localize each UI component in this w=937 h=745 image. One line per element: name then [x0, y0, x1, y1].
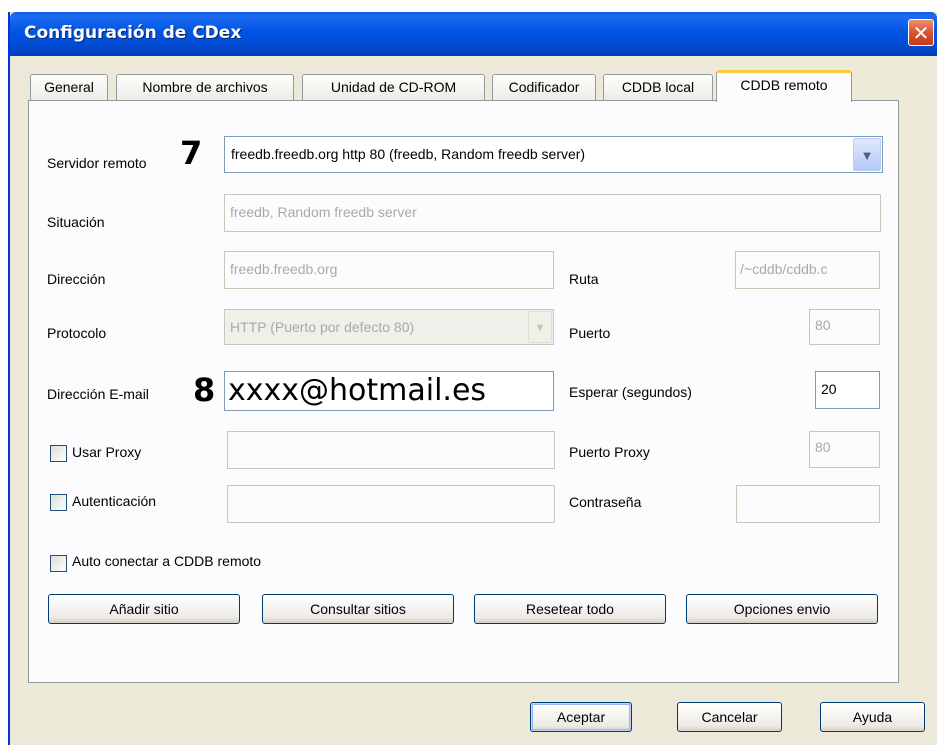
autenticacion-checkbox[interactable]: [50, 494, 67, 511]
close-icon: ✕: [912, 21, 930, 45]
tab-cddb-remoto[interactable]: CDDB remoto: [716, 70, 852, 102]
puerto-proxy-label: Puerto Proxy: [569, 444, 650, 460]
send-options-button[interactable]: Opciones envio: [686, 594, 878, 624]
puerto-field[interactable]: 80: [809, 309, 880, 345]
help-button[interactable]: Ayuda: [820, 702, 925, 732]
contrasena-label: Contraseña: [569, 494, 642, 510]
tab-codificador[interactable]: Codificador: [492, 74, 596, 100]
servidor-remoto-label: Servidor remoto: [47, 155, 147, 171]
protocolo-select[interactable]: HTTP (Puerto por defecto 80) ▼: [224, 309, 554, 345]
ok-button[interactable]: Aceptar: [530, 702, 632, 732]
email-label: Dirección E-mail: [47, 386, 149, 402]
usar-proxy-label[interactable]: Usar Proxy: [72, 444, 141, 460]
protocolo-value: HTTP (Puerto por defecto 80): [230, 319, 415, 335]
cancel-button[interactable]: Cancelar: [677, 702, 782, 732]
annotation-8: 8: [193, 371, 216, 409]
annotation-7: 7: [180, 134, 203, 172]
close-button[interactable]: ✕: [908, 19, 934, 46]
title-bar[interactable]: Configuración de CDex ✕: [10, 12, 937, 56]
ruta-field[interactable]: /~cddb/cddb.c: [735, 251, 880, 289]
query-sites-button[interactable]: Consultar sitios: [262, 594, 454, 624]
autenticacion-label[interactable]: Autenticación: [72, 493, 156, 509]
tab-cddb-local[interactable]: CDDB local: [603, 74, 713, 100]
esperar-label: Esperar (segundos): [569, 384, 692, 400]
auto-conectar-label[interactable]: Auto conectar a CDDB remoto: [72, 553, 261, 569]
esperar-field[interactable]: 20: [815, 371, 880, 409]
servidor-remoto-value: freedb.freedb.org http 80 (freedb, Rando…: [231, 146, 586, 162]
direccion-label: Dirección: [47, 271, 106, 287]
add-site-button[interactable]: Añadir sitio: [48, 594, 240, 624]
direccion-field[interactable]: freedb.freedb.org: [224, 251, 554, 289]
contrasena-field[interactable]: [736, 485, 880, 523]
situacion-field[interactable]: freedb, Random freedb server: [224, 194, 881, 232]
puerto-label: Puerto: [569, 325, 611, 341]
tab-unidad-cd-rom[interactable]: Unidad de CD-ROM: [302, 74, 485, 100]
proxy-field[interactable]: [227, 431, 555, 469]
usar-proxy-checkbox[interactable]: [50, 445, 67, 462]
servidor-remoto-select[interactable]: freedb.freedb.org http 80 (freedb, Rando…: [224, 136, 883, 173]
chevron-down-icon[interactable]: ▼: [853, 138, 881, 171]
reset-all-button[interactable]: Resetear todo: [474, 594, 666, 624]
auto-conectar-checkbox[interactable]: [50, 555, 67, 572]
autenticacion-field[interactable]: [227, 485, 555, 523]
puerto-proxy-field[interactable]: 80: [809, 431, 880, 468]
situacion-label: Situación: [47, 214, 105, 230]
ruta-label: Ruta: [569, 271, 599, 287]
chevron-down-icon[interactable]: ▼: [528, 311, 552, 343]
protocolo-label: Protocolo: [47, 325, 107, 341]
window-title: Configuración de CDex: [24, 23, 242, 43]
tab-nombre-de-archivos[interactable]: Nombre de archivos: [116, 74, 294, 100]
email-field[interactable]: xxxx@hotmail.es: [224, 371, 554, 411]
tab-general[interactable]: General: [30, 74, 108, 100]
